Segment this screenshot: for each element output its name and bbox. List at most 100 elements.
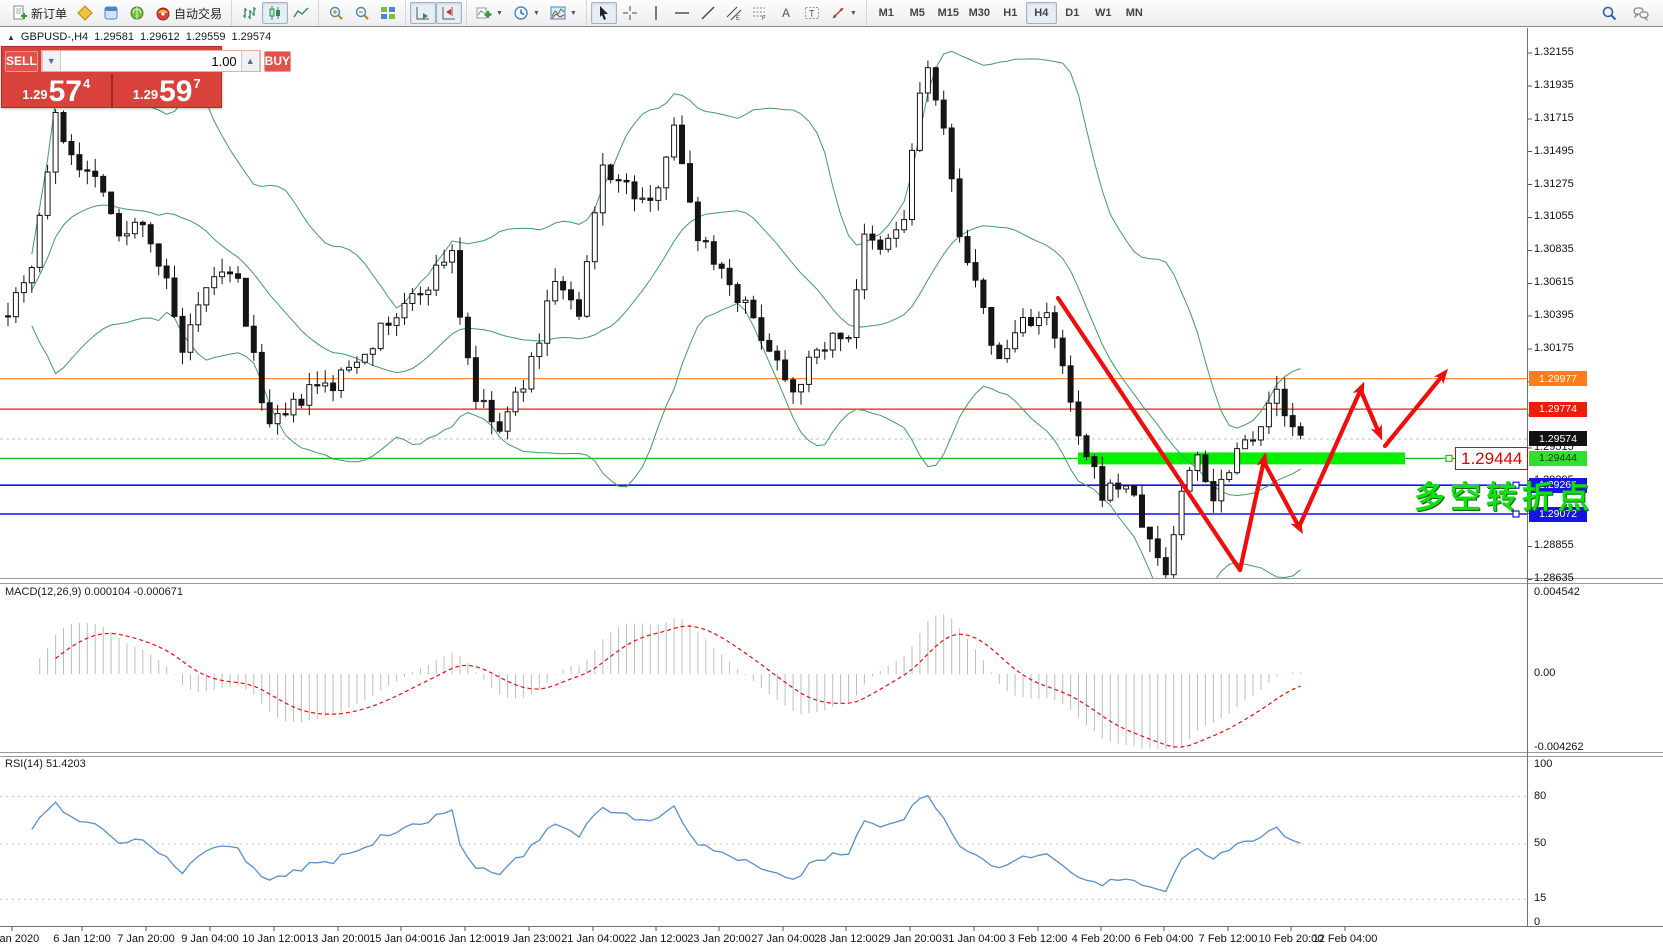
market-watch-button[interactable] (72, 2, 98, 24)
chat-button[interactable] (1628, 2, 1654, 24)
price-axis-tick: 1.28855 (1534, 539, 1574, 551)
zoom-out-icon (354, 5, 370, 21)
line-chart-icon (293, 5, 309, 21)
price-axis-tick: 1.31715 (1534, 112, 1574, 124)
text-label-icon: T (804, 5, 820, 21)
horizontal-line-icon (674, 5, 690, 21)
clock-icon (513, 5, 529, 21)
new-order-icon (12, 5, 28, 21)
buy-button[interactable]: BUY (264, 51, 291, 72)
equidistant-channel-button[interactable]: E (721, 2, 747, 24)
arrows-caret-icon: ▼ (850, 10, 857, 17)
rsi-indicator-label: RSI(14) 51.4203 (5, 758, 86, 770)
symbol-title: GBPUSD-,H4 (21, 31, 88, 43)
toolbar: 新订单 自动交易 (0, 0, 1663, 27)
time-axis-label: 23 Jan 20:00 (687, 933, 751, 945)
line-chart-button[interactable] (288, 2, 314, 24)
price-level-label: 1.29444 (1529, 451, 1587, 466)
macd-indicator-label: MACD(12,26,9) 0.000104 -0.000671 (5, 586, 183, 598)
price-axis-tick: 1.28635 (1534, 572, 1574, 584)
price-axis-tick: 1.31055 (1534, 210, 1574, 222)
volume-increase-button[interactable]: ▲ (241, 51, 260, 71)
time-axis-label: 19 Jan 23:00 (497, 933, 561, 945)
navigator-button[interactable] (124, 2, 150, 24)
candlestick-chart-button[interactable] (262, 2, 288, 24)
arrows-button[interactable]: ▼ (825, 2, 862, 24)
price-level-label: 1.29574 (1529, 431, 1587, 446)
rsi-axis-tick: 0 (1534, 916, 1540, 928)
rsi-axis-tick: 15 (1534, 892, 1546, 904)
timeframe-w1-button[interactable]: W1 (1088, 2, 1119, 24)
svg-text:F: F (762, 16, 766, 21)
toolbar-group-scroll (405, 0, 466, 26)
time-axis-label: 27 Jan 04:00 (751, 933, 815, 945)
rsi-axis-tick: 50 (1534, 837, 1546, 849)
cursor-button[interactable] (591, 2, 617, 24)
text-label-button[interactable]: T (799, 2, 825, 24)
time-axis-label: 6 Feb 04:00 (1135, 933, 1194, 945)
time-axis-label: 22 Jan 12:00 (624, 933, 688, 945)
volume-decrease-button[interactable]: ▼ (42, 51, 61, 71)
timeframe-mn-button[interactable]: MN (1119, 2, 1150, 24)
timeframe-h4-button[interactable]: H4 (1026, 2, 1057, 24)
sell-price[interactable]: 1.29 57 4 (2, 74, 113, 107)
price-axis-tick: 1.30395 (1534, 309, 1574, 321)
periods-caret-icon: ▼ (533, 10, 540, 17)
chart-shift-button[interactable] (436, 2, 462, 24)
sell-price-sup: 4 (83, 76, 90, 91)
zoom-in-icon (328, 5, 344, 21)
time-axis-label: 12 Feb 04:00 (1313, 933, 1378, 945)
timeframe-h1-button[interactable]: H1 (995, 2, 1026, 24)
templates-button[interactable]: ▼ (545, 2, 582, 24)
periods-button[interactable]: ▼ (508, 2, 545, 24)
template-icon (550, 5, 566, 21)
buy-price[interactable]: 1.29 59 7 (113, 74, 222, 107)
chat-icon (1633, 5, 1649, 21)
trendline-icon (700, 5, 716, 21)
toolbar-group-objects: E F A T ▼ (586, 0, 866, 26)
data-window-button[interactable] (98, 2, 124, 24)
turning-point-text[interactable]: 多空转折点 (1414, 472, 1594, 517)
timeframe-d1-button[interactable]: D1 (1057, 2, 1088, 24)
time-axis-label: 31 Jan 04:00 (942, 933, 1006, 945)
indicators-button[interactable]: ▼ (471, 2, 508, 24)
indicators-plus-icon (476, 5, 492, 21)
sell-button[interactable]: SELL (5, 51, 38, 72)
buy-price-big: 59 (159, 78, 192, 105)
fibonacci-icon: F (752, 5, 768, 21)
rsi-axis-tick: 100 (1534, 758, 1552, 770)
time-axis-label: 16 Jan 12:00 (433, 933, 497, 945)
macd-axis-tick: 0.00 (1534, 667, 1555, 679)
search-icon (1601, 5, 1617, 21)
new-order-button[interactable]: 新订单 (7, 2, 72, 24)
price-level-box[interactable]: 1.29444 (1455, 447, 1528, 470)
volume-input[interactable] (61, 51, 241, 71)
bar-chart-button[interactable] (236, 2, 262, 24)
horizontal-line-button[interactable] (669, 2, 695, 24)
autotrade-button[interactable]: 自动交易 (150, 2, 227, 24)
timeframe-m15-button[interactable]: M15 (933, 2, 964, 24)
trendline-button[interactable] (695, 2, 721, 24)
buy-price-sup: 7 (193, 76, 200, 91)
crosshair-button[interactable] (617, 2, 643, 24)
fibonacci-button[interactable]: F (747, 2, 773, 24)
svg-text:E: E (736, 16, 740, 21)
search-button[interactable] (1596, 2, 1622, 24)
autotrade-icon (155, 5, 171, 21)
cursor-icon (596, 5, 612, 21)
chart-ohlc-header: ▲ GBPUSD-,H4 1.29581 1.29612 1.29559 1.2… (7, 31, 271, 43)
tile-windows-button[interactable] (375, 2, 401, 24)
rsi-axis-tick: 80 (1534, 790, 1546, 802)
zoom-in-button[interactable] (323, 2, 349, 24)
text-button[interactable]: A (773, 2, 799, 24)
timeframe-m30-button[interactable]: M30 (964, 2, 995, 24)
timeframe-m1-button[interactable]: M1 (871, 2, 902, 24)
zoom-out-button[interactable] (349, 2, 375, 24)
svg-text:T: T (809, 9, 815, 19)
one-click-trading-panel: SELL ▼ ▲ BUY 1.29 57 4 1.29 59 7 (1, 46, 222, 108)
time-axis-label: 7 Feb 12:00 (1199, 933, 1258, 945)
timeframe-m5-button[interactable]: M5 (902, 2, 933, 24)
vertical-line-button[interactable] (643, 2, 669, 24)
toolbar-right-group (1596, 2, 1660, 24)
autoscroll-button[interactable] (410, 2, 436, 24)
